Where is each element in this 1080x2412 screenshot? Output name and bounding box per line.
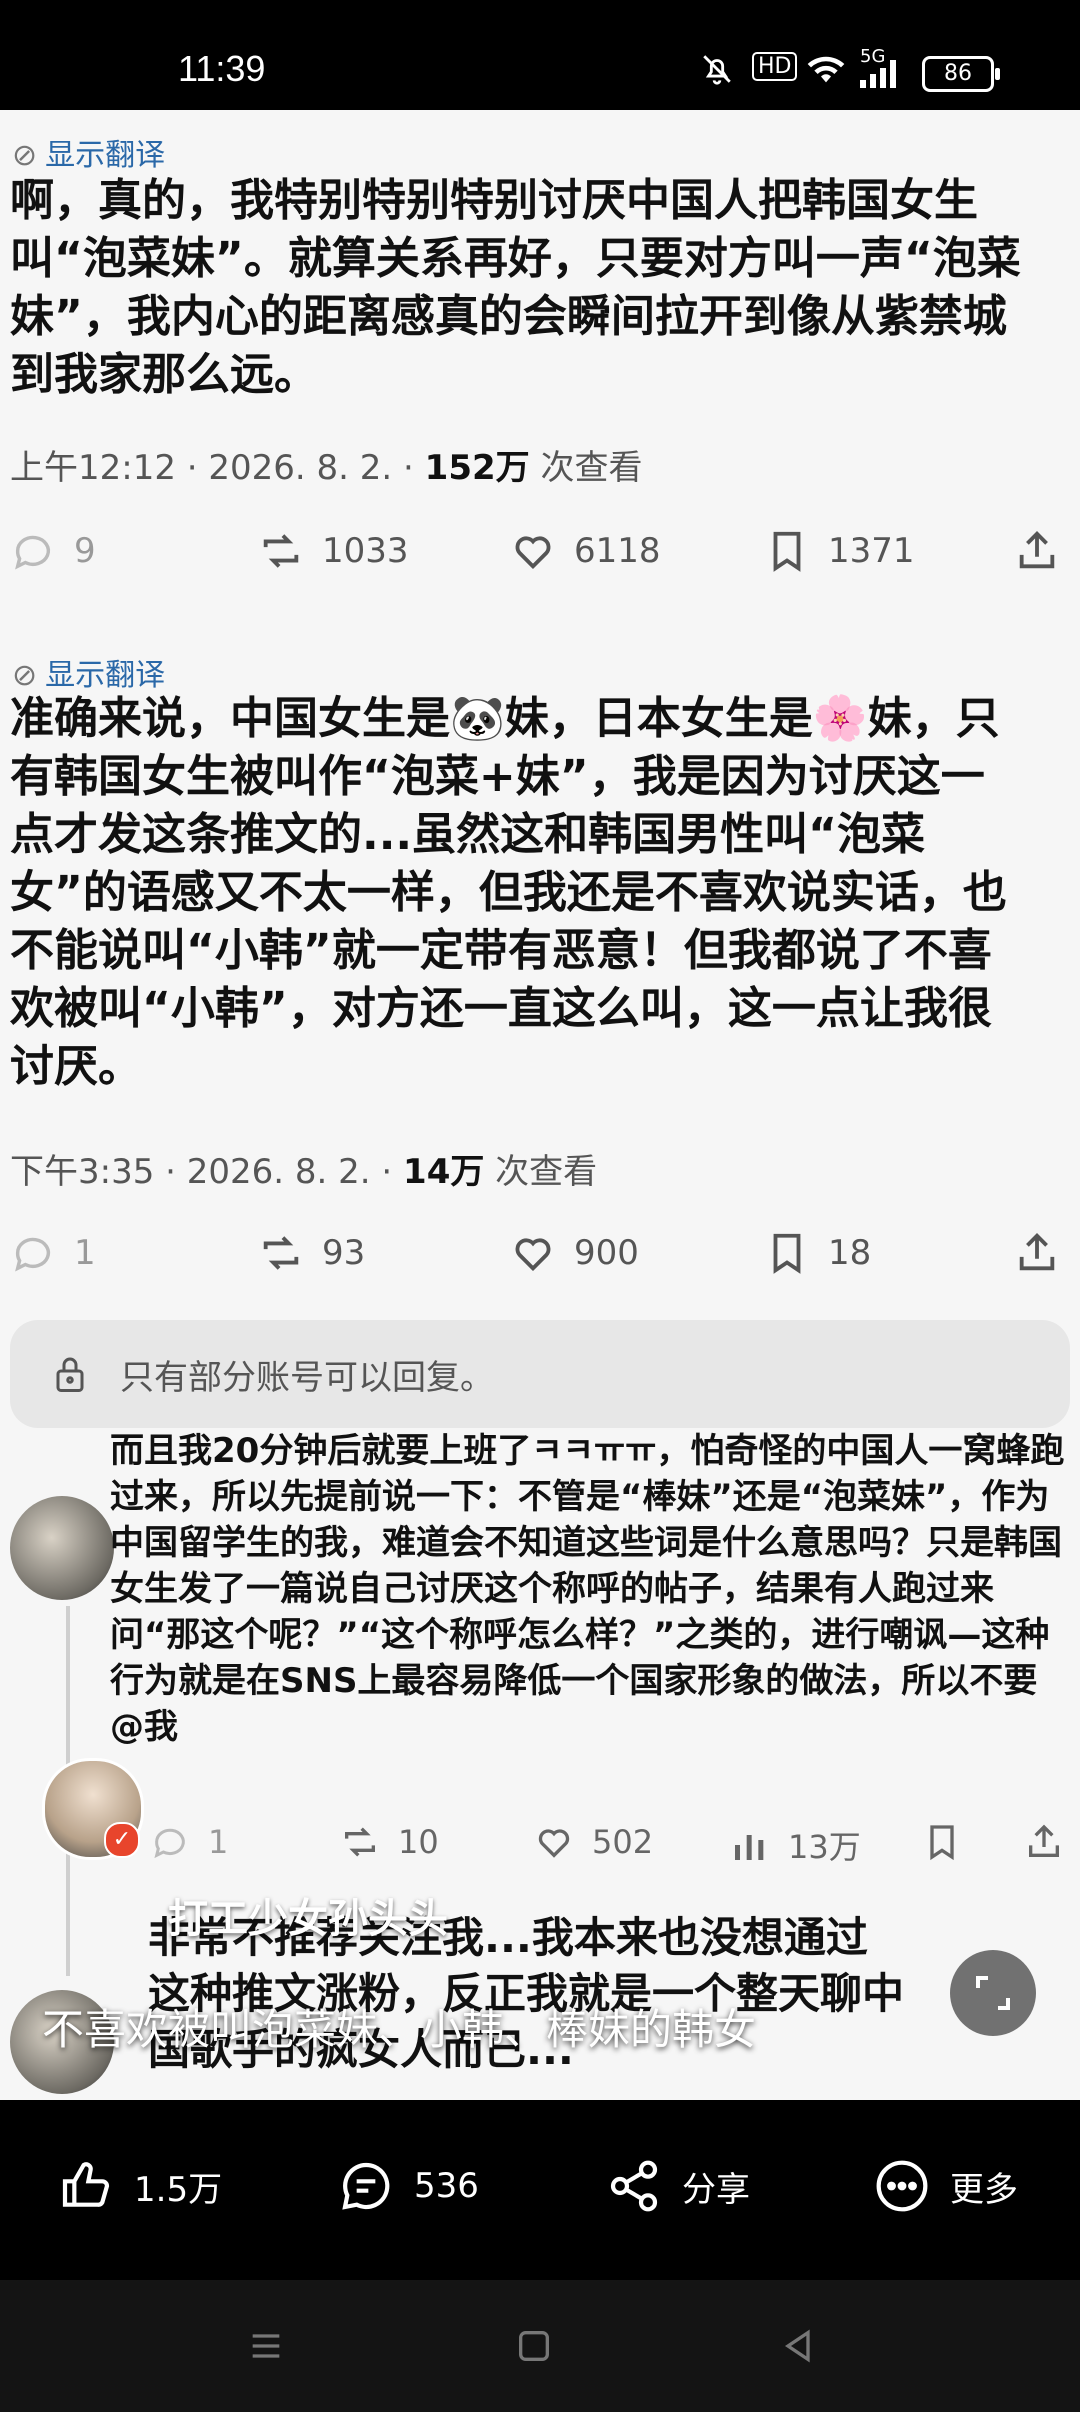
like-button[interactable]: 900 <box>510 1230 639 1276</box>
bookmark-button[interactable] <box>922 1822 962 1862</box>
recent-apps-icon[interactable] <box>246 2326 286 2366</box>
avatar[interactable] <box>10 1496 114 1600</box>
bookmark-button[interactable]: 18 <box>764 1230 871 1276</box>
retweet-icon <box>263 1236 299 1270</box>
translate-icon: ⊘ <box>12 138 38 173</box>
retweet-button[interactable]: 93 <box>258 1230 365 1276</box>
share-icon <box>1019 531 1055 569</box>
like-button[interactable]: 6118 <box>510 528 661 574</box>
home-icon[interactable] <box>514 2326 554 2366</box>
clock: 11:39 <box>178 48 266 89</box>
translate-icon: ⊘ <box>12 658 38 693</box>
signal-icon <box>860 60 900 95</box>
tweet-meta: 上午12:12 · 2026. 8. 2. · 152万 次查看 <box>10 448 643 488</box>
wifi-icon <box>806 52 846 93</box>
share-button[interactable]: 分享 <box>606 2158 750 2214</box>
tweet-meta: 下午3:35 · 2026. 8. 2. · 14万 次查看 <box>10 1152 598 1192</box>
like-button[interactable]: 1.5万 <box>58 2158 222 2214</box>
reply-button[interactable]: 1 <box>150 1822 228 1862</box>
comment-button[interactable]: 536 <box>338 2158 479 2214</box>
fullscreen-icon <box>976 1976 1010 2010</box>
bookmark-icon <box>930 1825 954 1861</box>
back-icon[interactable] <box>778 2326 818 2366</box>
thumbs-up-icon <box>62 2162 110 2207</box>
verified-icon: ✓ <box>104 1822 140 1858</box>
reply-restriction-bar: 只有部分账号可以回复。 <box>10 1320 1070 1428</box>
bottom-action-bar: 1.5万 536 分享 更多 <box>0 2100 1080 2280</box>
retweet-button[interactable]: 1033 <box>258 528 409 574</box>
heart-icon <box>538 1829 570 1858</box>
views-icon <box>735 1835 764 1860</box>
battery-indicator: 86 <box>922 56 1000 92</box>
share-icon <box>1019 1233 1055 1271</box>
tweet-text: 啊，真的，我特别特别特别讨厌中国人把韩国女生叫“泡菜妹”。就算关系再好，只要对方… <box>10 175 1021 400</box>
reply-button[interactable]: 1 <box>10 1230 96 1276</box>
video-caption: 不喜欢被叫泡菜妹、小韩、棒妹的韩女 <box>42 2005 757 2054</box>
screenshot-content: ⊘ 显示翻译 啊，真的，我特别特别特别讨厌中国人把韩国女生叫“泡菜妹”。就算关系再… <box>0 110 1080 2100</box>
more-button[interactable]: 更多 <box>874 2158 1018 2214</box>
author-name[interactable]: 打工少女孙头头 <box>168 1886 448 1944</box>
retweet-button[interactable]: 10 <box>340 1822 439 1862</box>
reply-icon <box>15 535 51 570</box>
bookmark-icon <box>773 531 801 572</box>
tweet-actions: 9 1033 6118 1371 <box>0 528 1080 588</box>
reply-text: 而且我20分钟后就要上班了ㅋㅋㅠㅠ，怕奇怪的中国人一窝蜂跑过来，所以先提前说一下… <box>110 1431 1065 1747</box>
mute-bell-icon <box>700 52 734 93</box>
show-translation-link[interactable]: ⊘ 显示翻译 <box>12 130 165 174</box>
reply-icon <box>15 1237 51 1272</box>
heart-icon <box>515 536 551 570</box>
share-button[interactable] <box>1014 1230 1060 1276</box>
tweet-text: 准确来说，中国女生是🐼妹，日本女生是🌸妹，只有韩国女生被叫作“泡菜+妹”，我是因… <box>10 693 1007 1092</box>
show-translation-link[interactable]: ⊘ 显示翻译 <box>12 650 165 694</box>
system-nav-bar <box>0 2280 1080 2412</box>
bookmark-button[interactable]: 1371 <box>764 528 915 574</box>
comment-icon <box>342 2162 390 2210</box>
more-icon <box>876 2160 928 2212</box>
reply-icon <box>154 1828 185 1859</box>
heart-icon <box>515 1238 551 1272</box>
status-bar: 11:39 HD 5G 86 <box>0 0 1080 110</box>
hd-icon: HD <box>752 52 798 81</box>
retweet-icon <box>345 1827 375 1857</box>
retweet-icon <box>263 534 299 568</box>
share-icon <box>1029 1824 1059 1857</box>
reply-actions: 1 10 502 13万 <box>0 1822 1080 1872</box>
share-icon <box>610 2160 658 2212</box>
fullscreen-button[interactable] <box>950 1950 1036 2036</box>
views-button[interactable]: 13万 <box>730 1822 861 1868</box>
lock-icon <box>56 1357 84 1392</box>
tweet-actions: 1 93 900 18 <box>0 1230 1080 1290</box>
like-button[interactable]: 502 <box>534 1822 653 1862</box>
share-button[interactable] <box>1024 1822 1064 1862</box>
share-button[interactable] <box>1014 528 1060 574</box>
reply-button[interactable]: 9 <box>10 528 96 574</box>
bookmark-icon <box>773 1233 801 1274</box>
